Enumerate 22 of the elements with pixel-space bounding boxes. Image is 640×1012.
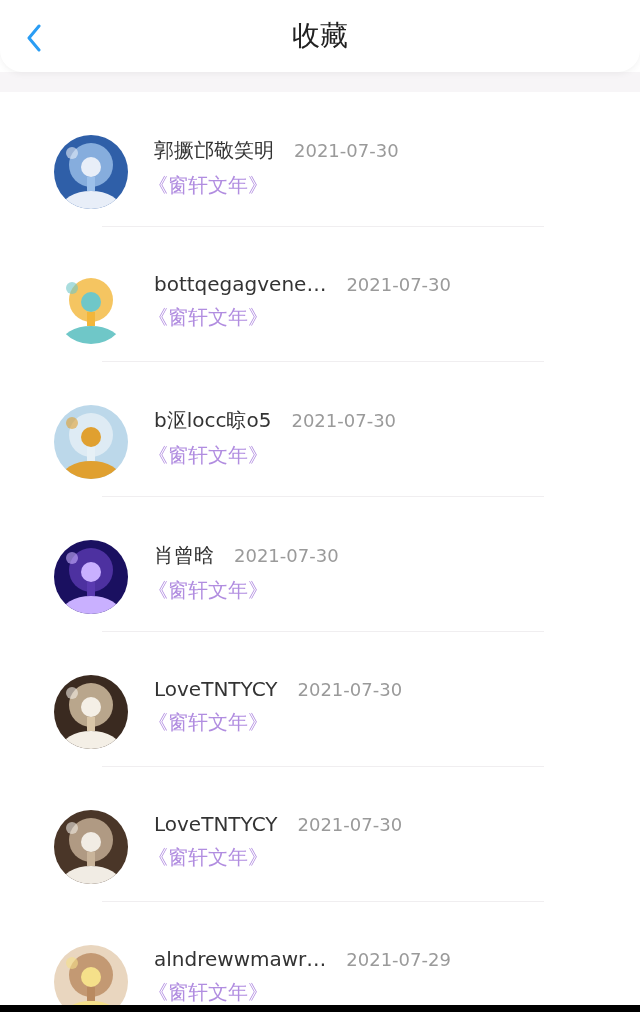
user-name: alndrewwmawr…: [154, 947, 327, 971]
favorite-item[interactable]: LoveTNTYCY 2021-07-30 《窗轩文年》: [54, 645, 640, 767]
user-name: bottqegagvene…: [154, 272, 327, 296]
user-name: LoveTNTYCY: [154, 812, 278, 836]
favorite-item[interactable]: b沤locc晾o5 2021-07-30 《窗轩文年》: [54, 375, 640, 497]
back-icon[interactable]: [26, 24, 42, 52]
date-text: 2021-07-30: [234, 545, 339, 566]
date-text: 2021-07-30: [294, 140, 399, 161]
favorite-item[interactable]: 肖曾晗 2021-07-30 《窗轩文年》: [54, 510, 640, 632]
date-text: 2021-07-30: [291, 410, 397, 431]
favorite-item[interactable]: LoveTNTYCY 2021-07-30 《窗轩文年》: [54, 780, 640, 902]
user-name: b沤locc晾o5: [154, 407, 272, 434]
page-title: 收藏: [292, 18, 348, 54]
date-text: 2021-07-29: [346, 948, 451, 970]
favorite-item[interactable]: 郭撅邙敬笑明 2021-07-30 《窗轩文年》: [54, 105, 640, 227]
date-text: 2021-07-30: [297, 678, 403, 700]
user-name: 肖曾晗: [154, 542, 214, 569]
user-name: LoveTNTYCY: [154, 677, 278, 701]
favorite-item[interactable]: bottqegagvene… 2021-07-30 《窗轩文年》: [54, 240, 640, 362]
date-text: 2021-07-30: [297, 813, 403, 835]
user-name: 郭撅邙敬笑明: [154, 137, 274, 164]
date-text: 2021-07-30: [346, 273, 451, 295]
